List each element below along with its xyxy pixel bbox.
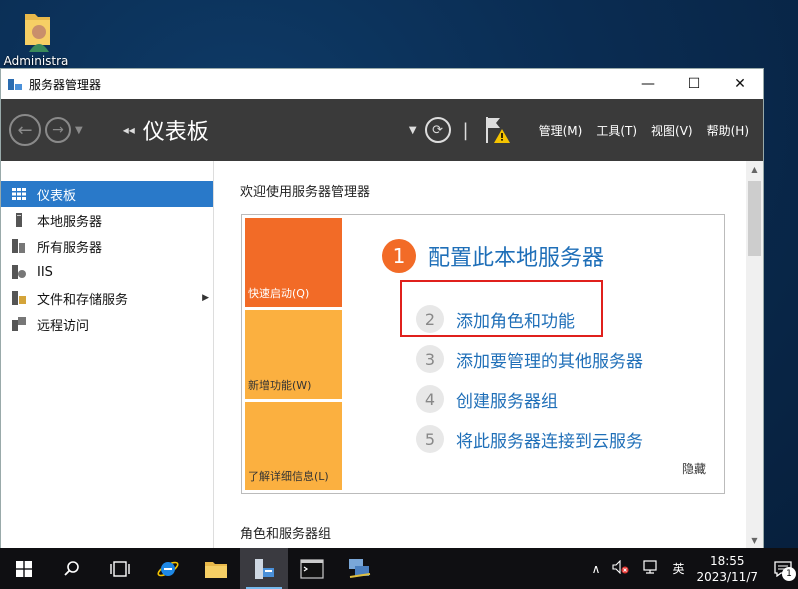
step-configure-local-server[interactable]: 1 配置此本地服务器 xyxy=(382,239,604,273)
expand-arrow-icon[interactable]: ▶ xyxy=(202,293,209,303)
taskbar-ie[interactable] xyxy=(144,548,192,589)
network-icon[interactable] xyxy=(642,560,660,577)
step-label: 添加要管理的其他服务器 xyxy=(456,351,643,372)
sidebar-item-all-servers[interactable]: 所有服务器 xyxy=(1,233,213,259)
sidebar-item-iis[interactable]: IIS xyxy=(1,259,213,285)
sidebar-item-label: 本地服务器 xyxy=(37,214,103,230)
toolbar-separator: | xyxy=(462,119,469,141)
step-add-servers[interactable]: 3 添加要管理的其他服务器 xyxy=(416,345,643,373)
storage-icon xyxy=(11,290,27,306)
server-manager-icon xyxy=(255,558,274,579)
taskbar-network-tool[interactable] xyxy=(336,548,384,589)
scroll-thumb[interactable] xyxy=(748,181,761,256)
forward-arrow-icon[interactable]: → xyxy=(45,117,71,143)
toolbar-right: ▼ ⟳ | 管理(M) 工具(T) 视图(V) 帮助(H) xyxy=(409,99,749,161)
sidebar-item-label: 远程访问 xyxy=(37,318,90,334)
system-tray: ∧ 英 18:55 2023/11/7 1 xyxy=(592,548,798,589)
command-prompt-icon xyxy=(300,558,324,579)
close-button[interactable]: ✕ xyxy=(717,69,763,99)
network-tool-icon xyxy=(349,558,371,578)
servers-icon xyxy=(11,238,27,254)
dashboard-icon xyxy=(11,186,27,202)
step-number: 5 xyxy=(416,425,444,453)
clock-date: 2023/11/7 xyxy=(696,569,758,584)
minimize-button[interactable]: — xyxy=(625,69,671,99)
scroll-down-icon[interactable]: ▼ xyxy=(746,532,763,549)
title-bar[interactable]: 服务器管理器 — ☐ ✕ xyxy=(1,69,763,99)
internet-explorer-icon xyxy=(157,561,179,576)
history-dropdown-icon[interactable]: ▼ xyxy=(75,125,83,136)
step-label: 创建服务器组 xyxy=(456,391,558,412)
menu-tools[interactable]: 工具(T) xyxy=(596,122,637,139)
taskbar-cmd[interactable] xyxy=(288,548,336,589)
sidebar: 仪表板 本地服务器 所有服务器 IIS 文件和存储服务 ▶ 远程访问 xyxy=(1,161,214,549)
step-number: 3 xyxy=(416,345,444,373)
task-view-icon xyxy=(110,560,130,577)
step-label: 配置此本地服务器 xyxy=(428,246,605,271)
notification-badge: 1 xyxy=(782,567,796,581)
taskbar-file-explorer[interactable] xyxy=(192,548,240,589)
server-manager-window: 服务器管理器 — ☐ ✕ ← → ▼ ◂◂ 仪表板 ▼ ⟳ | 管理(M) 工具… xyxy=(0,68,764,550)
desktop-icon-label: Administra xyxy=(3,54,69,68)
menu-manage[interactable]: 管理(M) xyxy=(539,122,583,139)
taskbar: ∧ 英 18:55 2023/11/7 1 xyxy=(0,548,798,589)
tile-quick-start[interactable]: 快速启动(Q) xyxy=(245,218,342,307)
scroll-up-icon[interactable]: ▲ xyxy=(746,161,763,178)
search-button[interactable] xyxy=(48,548,96,589)
step-number: 1 xyxy=(382,239,416,273)
clock[interactable]: 18:55 2023/11/7 xyxy=(696,553,758,585)
task-view-button[interactable] xyxy=(96,548,144,589)
back-arrow-icon[interactable]: ← xyxy=(9,114,41,146)
step-connect-cloud[interactable]: 5 将此服务器连接到云服务 xyxy=(416,425,643,453)
menu-view[interactable]: 视图(V) xyxy=(651,122,693,139)
refresh-icon[interactable]: ⟳ xyxy=(424,117,451,143)
sidebar-item-label: 仪表板 xyxy=(37,188,77,204)
sidebar-item-remote-access[interactable]: 远程访问 xyxy=(1,311,213,337)
maximize-button[interactable]: ☐ xyxy=(671,69,717,99)
sidebar-item-label: 所有服务器 xyxy=(37,240,103,256)
content-area: 仪表板 本地服务器 所有服务器 IIS 文件和存储服务 ▶ 远程访问 欢迎使用服… xyxy=(1,161,763,549)
windows-logo-icon xyxy=(16,560,32,577)
step-number: 4 xyxy=(416,385,444,413)
server-manager-app-icon xyxy=(8,79,22,90)
main-panel: 欢迎使用服务器管理器 快速启动(Q) 新增功能(W) 了解详细信息(L) 1 配… xyxy=(214,161,763,549)
sidebar-item-dashboard[interactable]: 仪表板 xyxy=(1,181,213,207)
sidebar-item-file-storage[interactable]: 文件和存储服务 ▶ xyxy=(1,285,213,311)
menu-help[interactable]: 帮助(H) xyxy=(707,122,749,139)
volume-muted-icon[interactable] xyxy=(612,559,630,577)
server-icon xyxy=(11,212,27,228)
welcome-title: 欢迎使用服务器管理器 xyxy=(240,185,371,200)
highlight-box xyxy=(400,280,603,337)
taskbar-server-manager[interactable] xyxy=(240,548,288,589)
desktop-icon-administrator[interactable]: Administra xyxy=(0,8,72,68)
sidebar-item-label: 文件和存储服务 xyxy=(37,292,129,308)
tray-chevron-up-icon[interactable]: ∧ xyxy=(592,562,601,576)
search-icon xyxy=(64,560,79,576)
window-title: 服务器管理器 xyxy=(29,77,102,92)
toolbar: ← → ▼ ◂◂ 仪表板 ▼ ⟳ | 管理(M) 工具(T) 视图(V) 帮助(… xyxy=(1,99,763,161)
roles-groups-title: 角色和服务器组 xyxy=(240,527,332,542)
ime-indicator[interactable]: 英 xyxy=(672,560,684,577)
breadcrumb: 仪表板 xyxy=(142,120,209,145)
sidebar-item-label: IIS xyxy=(37,264,53,280)
folder-icon xyxy=(205,561,227,578)
user-folder-icon xyxy=(17,8,55,52)
breadcrumb-arrows-icon: ◂◂ xyxy=(122,123,135,137)
tile-whats-new[interactable]: 新增功能(W) xyxy=(245,310,342,399)
action-center-button[interactable]: 1 xyxy=(768,548,798,589)
remote-access-icon xyxy=(11,316,27,332)
start-button[interactable] xyxy=(0,548,48,589)
notifications-flag-icon[interactable] xyxy=(483,115,513,145)
step-create-server-group[interactable]: 4 创建服务器组 xyxy=(416,385,558,413)
quick-start-panel: 快速启动(Q) 新增功能(W) 了解详细信息(L) 1 配置此本地服务器 2 添… xyxy=(241,214,725,494)
hide-link[interactable]: 隐藏 xyxy=(682,460,706,477)
vertical-scrollbar[interactable]: ▲ ▼ xyxy=(746,161,763,549)
clock-time: 18:55 xyxy=(709,553,745,568)
sidebar-item-local-server[interactable]: 本地服务器 xyxy=(1,207,213,233)
toolbar-dropdown-icon[interactable]: ▼ xyxy=(409,125,417,136)
tile-learn-more[interactable]: 了解详细信息(L) xyxy=(245,402,342,490)
iis-icon xyxy=(11,264,27,280)
step-label: 将此服务器连接到云服务 xyxy=(456,431,643,452)
